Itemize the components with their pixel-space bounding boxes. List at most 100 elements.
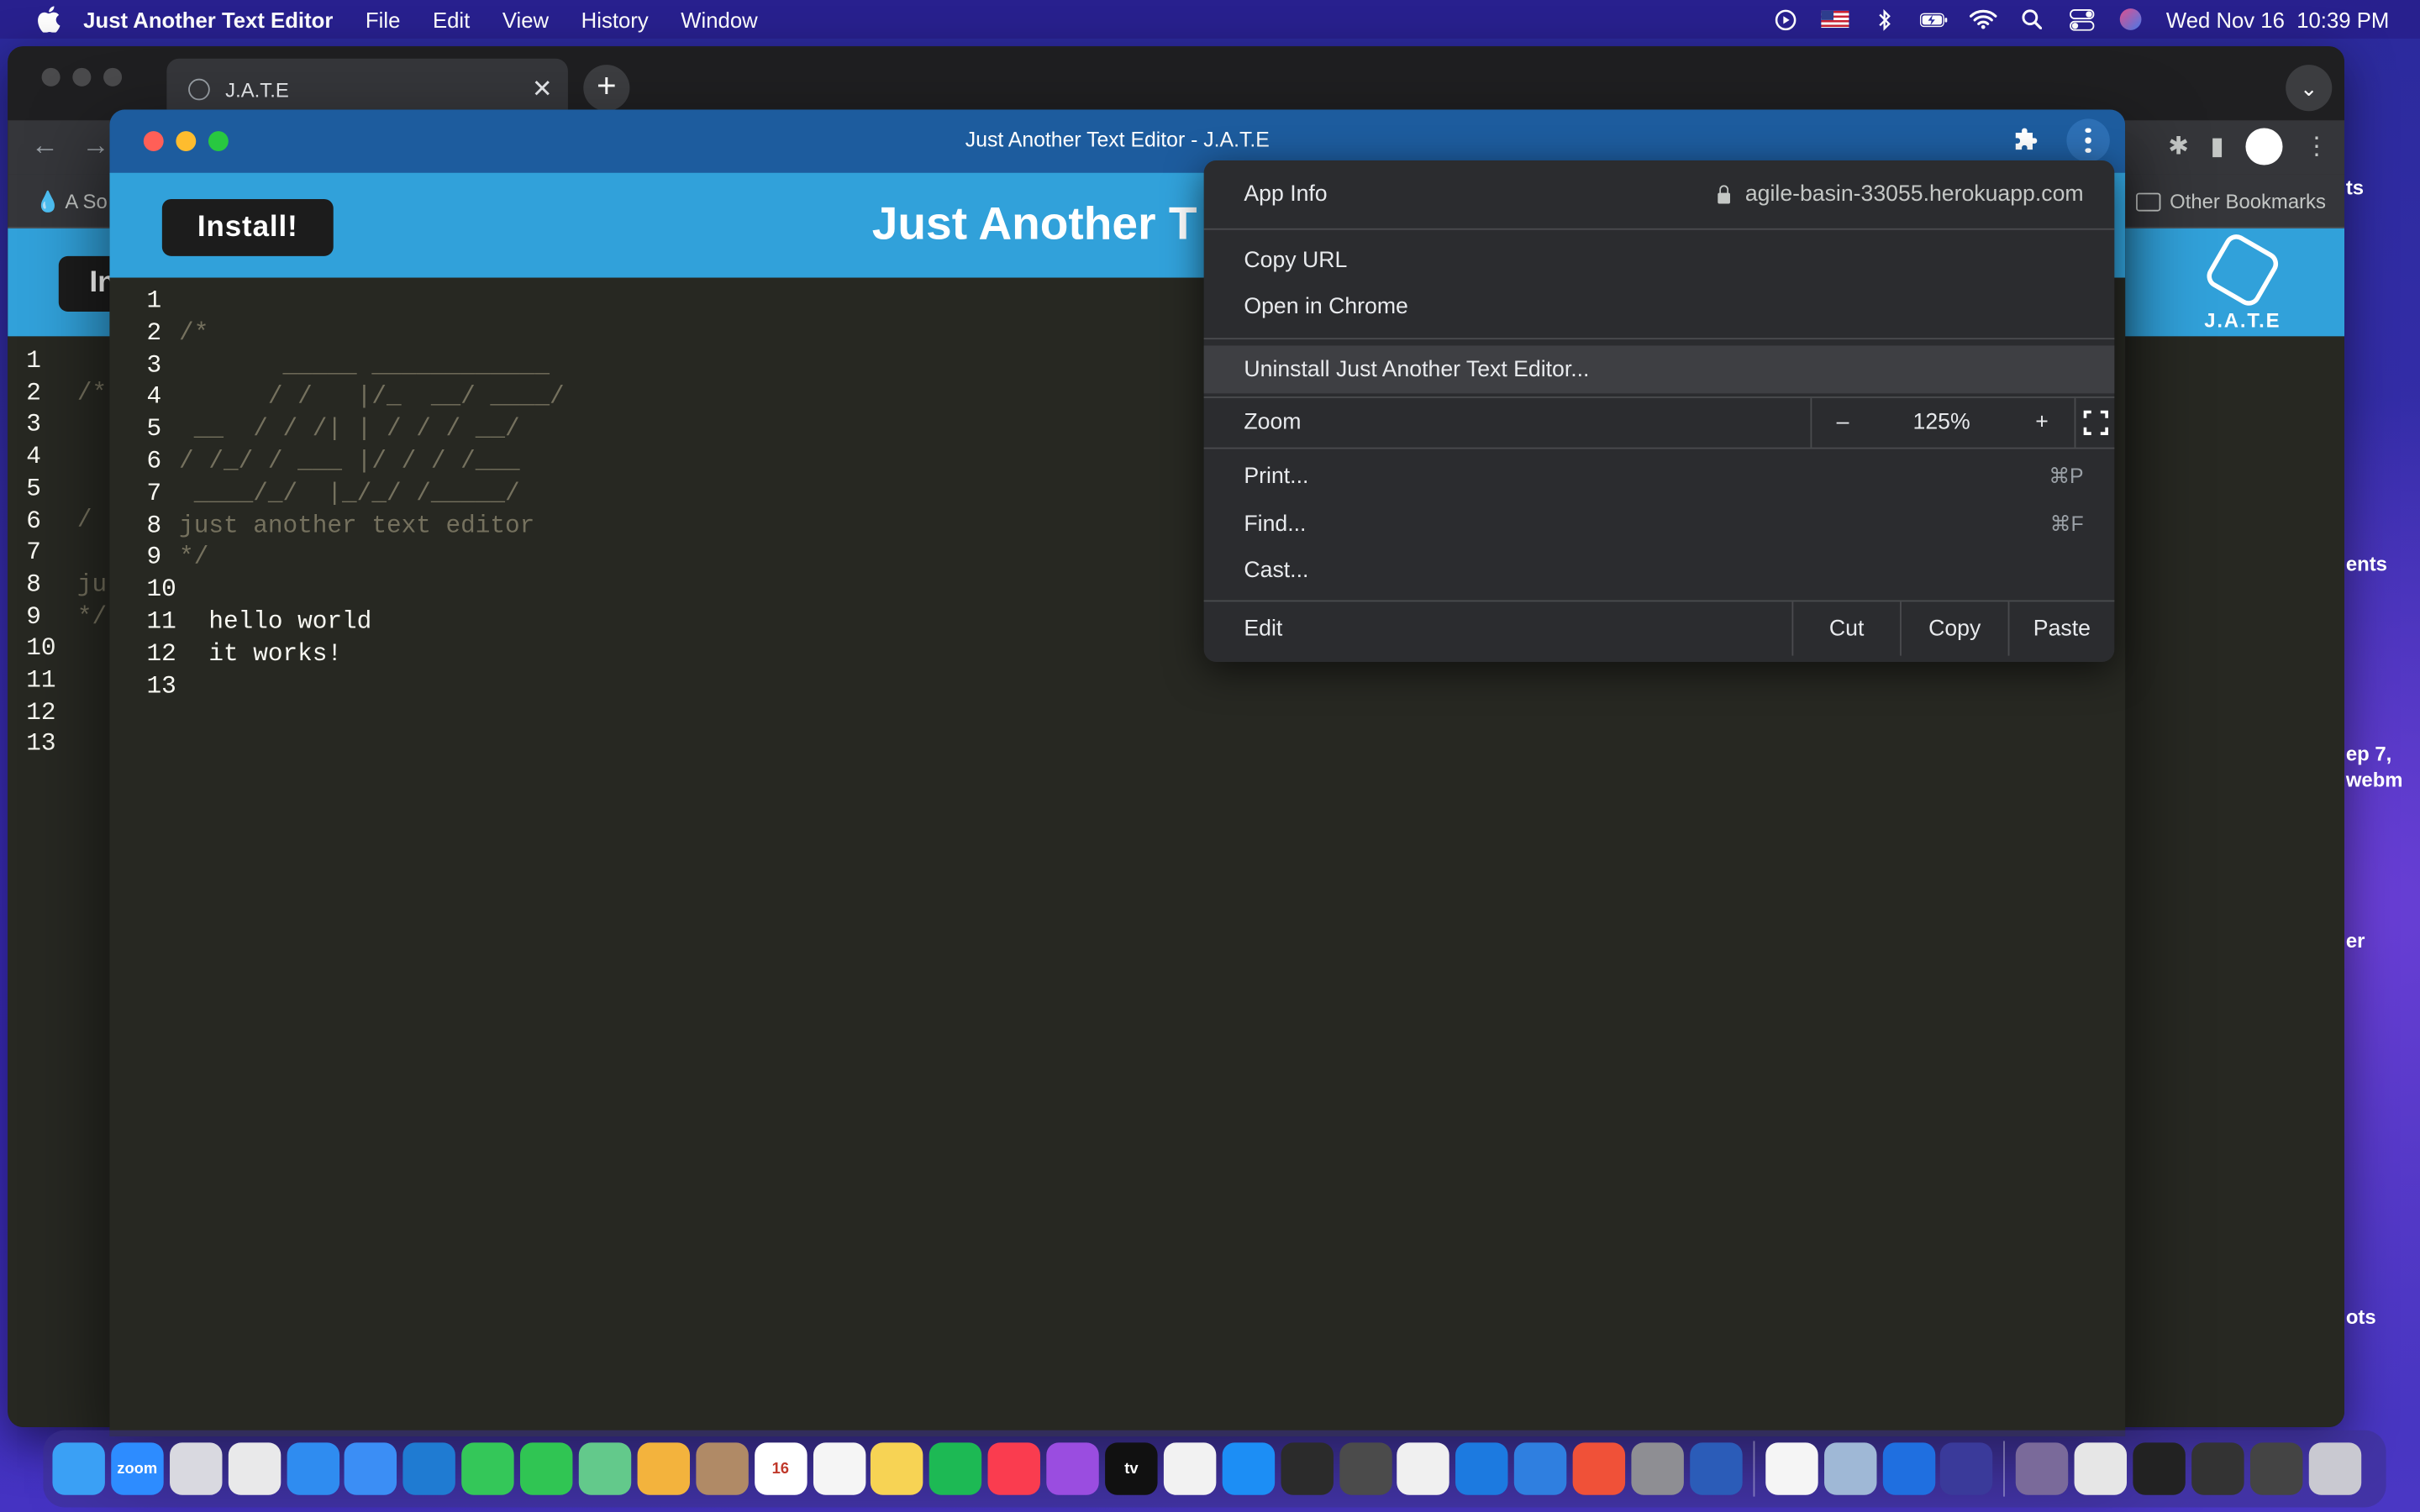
slack-icon[interactable]	[1765, 1442, 1818, 1495]
trash-icon[interactable]	[2308, 1442, 2361, 1495]
menubar-history[interactable]: History	[581, 7, 649, 31]
chrome-menu-icon[interactable]: ⋮	[2304, 131, 2328, 162]
tv-icon[interactable]: tv	[1105, 1442, 1158, 1495]
menu-find[interactable]: Find... ⌘F	[1204, 501, 2115, 548]
code-line[interactable]: / /_/ / ___ |/ / / /___	[179, 446, 565, 478]
menu-uninstall[interactable]: Uninstall Just Another Text Editor...	[1203, 345, 2115, 394]
downloads-stack-icon[interactable]	[2016, 1442, 2069, 1495]
tab-search-button[interactable]: ⌄	[2286, 65, 2333, 112]
desktop-item-label[interactable]: er	[2346, 929, 2365, 953]
side-panel-icon[interactable]: ▮	[2211, 131, 2224, 162]
code-line[interactable]	[179, 286, 565, 318]
cut-button[interactable]: Cut	[1791, 601, 1900, 656]
messages-icon[interactable]	[520, 1442, 573, 1495]
mail-icon[interactable]	[345, 1442, 397, 1495]
code-line[interactable]: hello world	[179, 606, 565, 638]
extensions-icon[interactable]: ✱	[2168, 131, 2189, 162]
spotify-icon[interactable]	[929, 1442, 982, 1495]
desktop-item-label[interactable]: webm	[2346, 769, 2403, 792]
siri-icon[interactable]	[2117, 8, 2144, 30]
launchpad-icon[interactable]	[169, 1442, 223, 1495]
finder-icon[interactable]	[52, 1442, 105, 1495]
jate-icon[interactable]	[1940, 1442, 1993, 1495]
menu-app-info[interactable]: App Info agile-basin-33055.herokuapp.com	[1204, 160, 2115, 228]
news-icon[interactable]	[1163, 1442, 1217, 1495]
music-icon[interactable]	[987, 1442, 1041, 1495]
bluetooth-icon[interactable]	[1870, 8, 1897, 30]
photos-icon[interactable]	[637, 1442, 690, 1495]
copy-button[interactable]: Copy	[1900, 601, 2008, 656]
code-line[interactable]: / / |/_ __/ ____/	[179, 381, 565, 413]
app-store-icon[interactable]	[1222, 1442, 1275, 1495]
fullscreen-icon[interactable]	[2074, 397, 2115, 448]
document-icon[interactable]	[2074, 1442, 2128, 1495]
zoom-in-button[interactable]: +	[2009, 398, 2074, 448]
word-icon[interactable]	[1690, 1442, 1743, 1495]
code-line[interactable]: it works!	[179, 638, 565, 670]
bookmark-item[interactable]: 💧 A So	[35, 190, 108, 214]
menubar-window[interactable]: Window	[681, 7, 757, 31]
menubar-view[interactable]: View	[502, 7, 549, 31]
new-tab-button[interactable]: +	[583, 65, 630, 112]
calendar-icon[interactable]: 16	[754, 1442, 808, 1495]
system-preferences-icon[interactable]	[1631, 1442, 1684, 1495]
menu-open-in-chrome[interactable]: Open in Chrome	[1204, 284, 2115, 330]
app-menu-button[interactable]	[2066, 118, 2110, 162]
code-line[interactable]: */	[179, 542, 565, 574]
desktop-item-label[interactable]: ep 7,	[2346, 742, 2391, 765]
swift-icon[interactable]	[1572, 1442, 1626, 1495]
podcasts-icon[interactable]	[1046, 1442, 1100, 1495]
reminders-icon[interactable]	[813, 1442, 865, 1495]
maps-pin-icon[interactable]	[1881, 1442, 1935, 1495]
install-button[interactable]: Install!	[161, 198, 334, 256]
zoom-icon[interactable]: zoom	[111, 1442, 164, 1495]
desktop-item-label[interactable]: ts	[2346, 176, 2364, 199]
menubar-app-name[interactable]: Just Another Text Editor	[83, 7, 333, 31]
code-line[interactable]: __ / / /| | / / / __/	[179, 414, 565, 446]
paste-button[interactable]: Paste	[2007, 601, 2115, 656]
apple-icon[interactable]	[34, 5, 61, 33]
code-line[interactable]: _____ ____________	[179, 349, 565, 381]
input-source-flag-icon[interactable]	[1820, 8, 1849, 30]
control-center-icon[interactable]	[2067, 8, 2095, 30]
sublime-icon[interactable]	[1339, 1442, 1392, 1495]
safari-icon[interactable]	[286, 1442, 339, 1495]
facetime-icon[interactable]	[461, 1442, 515, 1495]
menu-print[interactable]: Print... ⌘P	[1204, 454, 2115, 500]
screen-recording-icon[interactable]	[1771, 8, 1799, 30]
simulator-icon[interactable]	[1514, 1442, 1567, 1495]
desktop-item-label[interactable]: ots	[2346, 1305, 2376, 1329]
desktop-item-label[interactable]: ents	[2346, 553, 2387, 576]
code-line[interactable]: /*	[179, 318, 565, 349]
editor-content[interactable]: /* _____ ____________ / / |/_ __/ ____/ …	[179, 286, 565, 703]
wifi-icon[interactable]	[1969, 8, 1996, 30]
maps-icon[interactable]	[578, 1442, 632, 1495]
other-bookmarks[interactable]: Other Bookmarks	[2135, 190, 2326, 213]
spotlight-search-icon[interactable]	[2018, 8, 2046, 30]
battery-charging-icon[interactable]	[1919, 8, 1947, 30]
window-thumbnail-2-icon[interactable]	[2249, 1442, 2302, 1495]
menubar-datetime[interactable]: Wed Nov 16 10:39 PM	[2166, 7, 2389, 31]
menu-cast[interactable]: Cast...	[1204, 548, 2115, 594]
preview-icon[interactable]	[1823, 1442, 1876, 1495]
xcode-icon[interactable]	[1455, 1442, 1509, 1495]
instruments-icon[interactable]	[1397, 1442, 1450, 1495]
contacts-icon[interactable]	[695, 1442, 749, 1495]
back-arrow-icon[interactable]: ←	[31, 129, 59, 162]
window-thumbnail-icon[interactable]	[2191, 1442, 2244, 1495]
chrome-icon[interactable]	[228, 1442, 281, 1495]
close-tab-icon[interactable]: ✕	[532, 74, 553, 105]
code-line[interactable]: just another text editor	[179, 510, 565, 542]
puzzle-extensions-icon[interactable]	[2009, 125, 2040, 156]
terminal-icon[interactable]	[1280, 1442, 1334, 1495]
forward-arrow-icon[interactable]: →	[82, 129, 109, 162]
menubar-file[interactable]: File	[366, 7, 400, 31]
zoom-out-button[interactable]: –	[1810, 397, 1873, 448]
menu-copy-url[interactable]: Copy URL	[1204, 238, 2115, 284]
notes-icon[interactable]	[871, 1442, 924, 1495]
code-line[interactable]: ____/_/ |_/_/ /_____/	[179, 478, 565, 510]
screen-icon[interactable]	[2133, 1442, 2186, 1495]
vscode-icon[interactable]	[403, 1442, 456, 1495]
menubar-edit[interactable]: Edit	[433, 7, 470, 31]
code-line[interactable]	[179, 575, 565, 606]
